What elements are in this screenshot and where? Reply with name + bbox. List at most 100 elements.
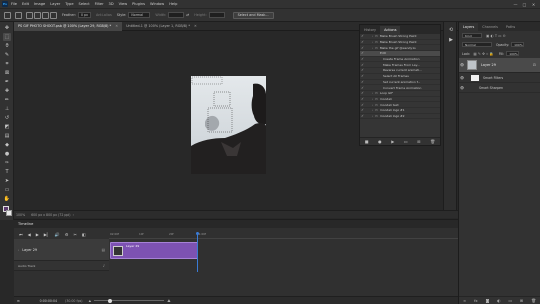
dialog-toggle[interactable] <box>365 34 370 38</box>
filter-icons[interactable]: ▣ ◐ T ▭ ⊙ <box>486 34 506 38</box>
path-select-icon[interactable]: ➤ <box>3 177 11 185</box>
photoshop-logo-icon[interactable]: Ps <box>2 1 8 7</box>
tab-actions[interactable]: Actions <box>380 26 401 34</box>
opacity-input[interactable]: 100% <box>511 41 525 48</box>
zoom-out-icon[interactable]: ⛰ <box>89 299 92 303</box>
convert-frames-icon[interactable]: ⊞ <box>17 299 20 303</box>
history-panel-icon[interactable]: ⟲ <box>447 26 455 34</box>
smart-sharpen-row[interactable]: 👁 Smart Sharpen <box>459 83 540 93</box>
close-tab-icon[interactable]: ✕ <box>115 24 118 28</box>
group-icon[interactable]: ▭ <box>509 298 513 303</box>
minimize-icon[interactable]: — <box>511 2 520 7</box>
zoom-slider-handle[interactable] <box>108 298 113 303</box>
status-arrow-icon[interactable]: › <box>73 213 74 217</box>
play-icon[interactable]: ▶ <box>391 139 394 144</box>
crop-tool-icon[interactable]: ⌗ <box>3 60 11 68</box>
transition-icon[interactable]: ◧ <box>82 232 86 237</box>
dialog-toggle[interactable] <box>365 97 370 101</box>
actions-panel-icon[interactable]: ▶ <box>447 36 455 44</box>
new-action-icon[interactable]: ⊞ <box>417 139 420 144</box>
settings-icon[interactable]: ⚙ <box>65 232 69 237</box>
action-row[interactable]: ✓ › ▭ moodeli logo #2 <box>360 114 440 120</box>
dialog-toggle[interactable] <box>365 108 370 112</box>
tab-document-2[interactable]: Untitled-1 @ 100% (Layer 1, RGB/8) * ✕ <box>122 22 201 31</box>
dialog-toggle[interactable] <box>365 103 370 107</box>
background-color-swatch[interactable] <box>6 210 12 216</box>
expand-track-icon[interactable]: › <box>18 248 19 252</box>
audio-track-header[interactable]: Audio Track ♪ <box>14 261 109 271</box>
fill-input[interactable]: 100% <box>506 50 520 57</box>
split-icon[interactable]: ✂ <box>74 232 77 237</box>
healing-brush-icon[interactable]: ✚ <box>3 87 11 95</box>
prev-frame-icon[interactable]: ◀ <box>28 232 31 237</box>
dialog-toggle[interactable] <box>365 74 370 78</box>
height-input[interactable] <box>208 12 225 18</box>
eraser-tool-icon[interactable]: ◩ <box>3 123 11 131</box>
pen-tool-icon[interactable]: ✑ <box>3 159 11 167</box>
tab-layers[interactable]: Layers <box>459 23 479 31</box>
history-brush-icon[interactable]: ↺ <box>3 114 11 122</box>
style-select[interactable]: Normal <box>128 12 151 18</box>
dialog-toggle[interactable] <box>365 63 370 67</box>
lasso-tool-icon[interactable]: ϑ <box>3 42 11 50</box>
next-frame-icon[interactable]: ▶▏ <box>44 232 50 237</box>
fx-icon[interactable]: fx <box>474 298 478 303</box>
tab-paths[interactable]: Paths <box>502 23 519 31</box>
menu-edit[interactable]: Edit <box>22 2 29 6</box>
audio-icon[interactable]: 🔊 <box>55 232 60 237</box>
gradient-tool-icon[interactable]: ▤ <box>3 132 11 140</box>
marquee-tool-icon[interactable]: ⬚ <box>3 33 11 41</box>
stop-icon[interactable]: ■ <box>365 139 369 144</box>
layer-clip[interactable]: Layer 29 <box>110 242 198 259</box>
dialog-toggle[interactable] <box>365 80 370 84</box>
hand-tool-icon[interactable]: ✋ <box>3 195 11 203</box>
dialog-toggle[interactable] <box>365 91 370 95</box>
marquee-tool-preset-icon[interactable] <box>15 11 22 19</box>
new-selection-icon[interactable] <box>26 11 33 19</box>
antialias-checkbox[interactable]: Anti-alias <box>96 13 112 17</box>
home-icon[interactable] <box>4 11 11 19</box>
first-frame-icon[interactable]: ⏮ <box>19 232 23 237</box>
trash-icon[interactable]: 🗑 <box>531 298 536 303</box>
dialog-toggle[interactable] <box>365 114 370 118</box>
link-icon[interactable]: ∞ <box>463 298 466 303</box>
width-input[interactable] <box>168 12 185 18</box>
swap-icon[interactable]: ⇄ <box>186 13 189 17</box>
add-selection-icon[interactable] <box>34 11 41 19</box>
zoom-level[interactable]: 100% <box>16 213 25 217</box>
menu-type[interactable]: Type <box>65 2 73 6</box>
mask-icon[interactable]: ◙ <box>486 298 490 303</box>
blur-tool-icon[interactable]: ◆ <box>3 141 11 149</box>
record-icon[interactable]: ● <box>378 139 382 144</box>
blend-mode-select[interactable]: Normal <box>462 41 492 48</box>
video-track-header[interactable]: › Layer 29 ▤ <box>14 239 109 261</box>
new-layer-icon[interactable]: ⊞ <box>520 298 523 303</box>
close-tab-icon[interactable]: ✕ <box>194 24 197 28</box>
tab-history[interactable]: History <box>360 26 380 34</box>
move-tool-icon[interactable]: ✥ <box>3 24 11 32</box>
dialog-toggle[interactable] <box>365 57 370 61</box>
tab-channels[interactable]: Channels <box>478 23 502 31</box>
frame-tool-icon[interactable]: ⊠ <box>3 69 11 77</box>
menu-file[interactable]: File <box>11 2 17 6</box>
brush-tool-icon[interactable]: ✏ <box>3 96 11 104</box>
timeline-ruler[interactable]: 02:00f 10f 20f 01:00f <box>109 232 458 239</box>
rectangle-tool-icon[interactable]: ▭ <box>3 186 11 194</box>
layer-row[interactable]: 👁 Layer 29 ⊡ <box>459 58 540 73</box>
zoom-in-icon[interactable]: ⛰ <box>167 298 170 303</box>
lock-icons[interactable]: ▦ ✎ ✥ ⌗ 🔒 <box>473 52 494 56</box>
menu-layer[interactable]: Layer <box>50 2 60 6</box>
visibility-eye-icon[interactable]: 👁 <box>459 63 465 67</box>
menu-plugins[interactable]: Plugins <box>132 2 145 6</box>
type-tool-icon[interactable]: T <box>3 168 11 176</box>
dialog-toggle[interactable] <box>365 51 370 55</box>
delete-icon[interactable]: 🗑 <box>430 139 435 144</box>
dialog-toggle[interactable] <box>365 40 370 44</box>
dialog-toggle[interactable] <box>365 68 370 72</box>
filter-kind-select[interactable]: Kind <box>462 32 482 39</box>
menu-filter[interactable]: Filter <box>95 2 104 6</box>
eyedropper-tool-icon[interactable]: ✒ <box>3 78 11 86</box>
zoom-slider[interactable] <box>94 298 165 303</box>
menu-window[interactable]: Window <box>150 2 164 6</box>
subtract-selection-icon[interactable] <box>42 11 49 19</box>
